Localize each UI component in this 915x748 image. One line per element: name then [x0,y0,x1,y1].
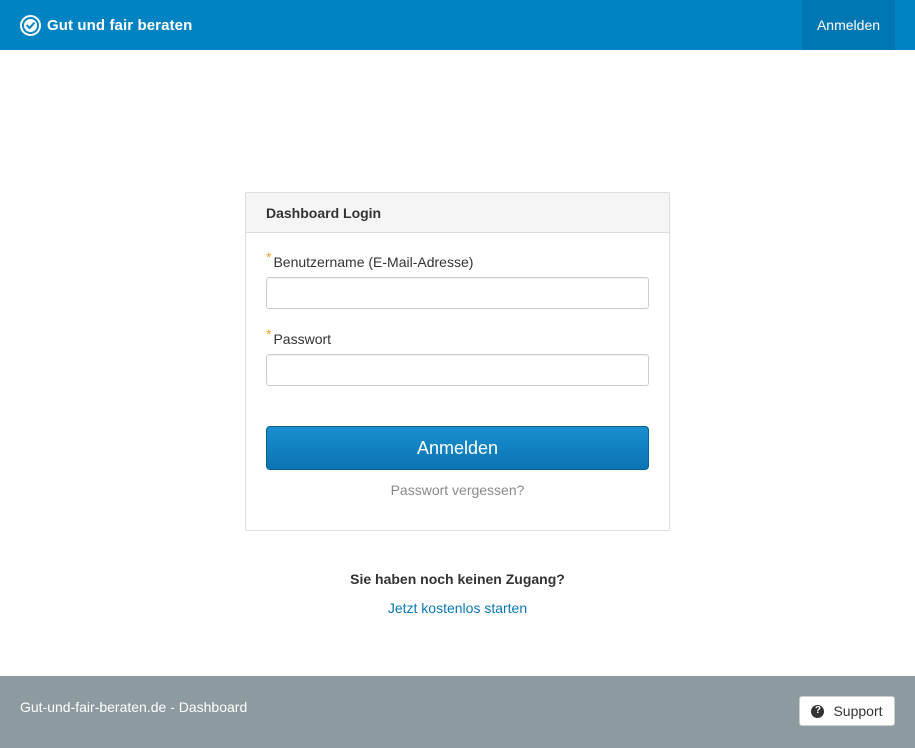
login-panel: Dashboard Login * Benutzername (E-Mail-A… [245,192,670,531]
no-access-question: Sie haben noch keinen Zugang? [350,571,565,587]
forgot-password-text[interactable]: Passwort vergessen? [391,482,525,498]
username-label-text: Benutzername (E-Mail-Adresse) [273,254,474,270]
password-label: * Passwort [266,326,332,347]
panel-title: Dashboard Login [246,193,669,233]
support-button[interactable]: ? Support [799,696,895,726]
support-label: Support [833,703,883,719]
password-label-text: Passwort [273,331,332,347]
nav-login-link[interactable]: Anmelden [802,0,895,50]
forgot-password-link: Passwort vergessen? [266,482,649,498]
start-free-link[interactable]: Jetzt kostenlos starten [388,600,527,616]
signup-link-row: Jetzt kostenlos starten [0,600,915,616]
question-circle-icon: ? [811,704,825,718]
username-input[interactable] [266,277,649,309]
brand-logo-link[interactable]: Gut und fair beraten [20,0,192,50]
brand-name: Gut und fair beraten [47,16,193,34]
username-label: * Benutzername (E-Mail-Adresse) [266,249,474,270]
top-navbar: Gut und fair beraten Anmelden [0,0,915,50]
login-submit-button[interactable]: Anmelden [266,426,649,470]
required-marker: * [266,249,272,265]
page-footer: Gut-und-fair-beraten.de - Dashboard ? Su… [0,676,915,748]
password-input[interactable] [266,354,649,386]
check-circle-icon [20,14,41,36]
required-marker: * [266,326,272,342]
footer-text: Gut-und-fair-beraten.de - Dashboard [20,699,248,715]
